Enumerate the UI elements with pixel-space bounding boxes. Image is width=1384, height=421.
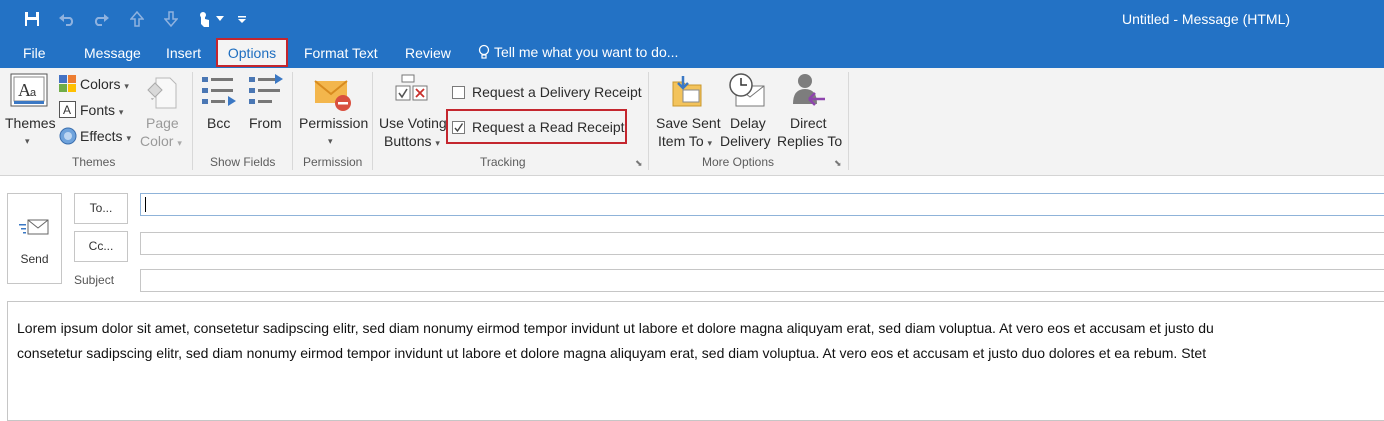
tab-options[interactable]: Options — [216, 38, 288, 67]
permission-icon — [314, 76, 352, 117]
fonts-icon: A — [59, 101, 77, 123]
qat-dropdown-icon[interactable] — [213, 8, 227, 30]
delay-line1: Delay — [730, 115, 766, 131]
direct-line1: Direct — [790, 115, 827, 131]
group-separator — [372, 72, 373, 170]
bcc-icon — [200, 74, 236, 113]
tab-message[interactable]: Message — [84, 45, 141, 61]
colors-icon — [59, 75, 77, 97]
window-title: Untitled - Message (HTML) — [1122, 11, 1291, 27]
direct-replies-button[interactable]: Replies To — [777, 133, 842, 149]
more-options-dialog-launcher-icon[interactable]: ⬊ — [834, 158, 842, 169]
themes-button[interactable]: Aa — [10, 73, 48, 112]
permission-button[interactable]: Permission — [299, 115, 368, 131]
group-separator — [292, 72, 293, 170]
chevron-down-icon: ▾ — [177, 138, 182, 148]
to-button[interactable]: To... — [74, 193, 128, 224]
up-arrow-icon[interactable] — [126, 8, 148, 30]
delivery-receipt-checkbox[interactable] — [452, 86, 465, 99]
cc-field[interactable] — [140, 232, 1384, 255]
down-arrow-icon[interactable] — [160, 8, 182, 30]
themes-icon: Aa — [10, 73, 48, 107]
svg-text:A: A — [63, 103, 71, 117]
themes-label: Themes — [5, 115, 56, 131]
chevron-down-icon: ▾ — [124, 81, 129, 91]
read-receipt-label[interactable]: Request a Read Receipt — [472, 119, 625, 135]
group-separator — [648, 72, 649, 170]
effects-label: Effects — [80, 128, 123, 144]
voting-line2: Buttons — [384, 133, 432, 149]
body-line: consetetur sadipscing elitr, sed diam no… — [17, 345, 1207, 361]
to-field[interactable] — [140, 193, 1384, 216]
message-body[interactable] — [7, 301, 1384, 421]
tab-file[interactable]: File — [23, 45, 46, 61]
bcc-button[interactable]: Bcc — [207, 115, 230, 131]
subject-label: Subject — [74, 273, 115, 287]
tracking-group-label: Tracking — [480, 155, 526, 169]
tell-me-text: Tell me what you want to do... — [494, 44, 679, 60]
fonts-label: Fonts — [80, 102, 116, 118]
touch-mode-icon[interactable] — [193, 8, 215, 30]
colors-button[interactable]: Colors ▾ — [80, 76, 129, 92]
read-receipt-checkbox[interactable] — [452, 121, 465, 134]
permission-dropdown-icon[interactable]: ▾ — [328, 136, 333, 147]
voting-buttons-button[interactable]: Buttons ▾ — [384, 133, 440, 149]
from-button[interactable]: From — [249, 115, 282, 131]
themes-dropdown-icon: ▾ — [25, 136, 30, 146]
body-line: Lorem ipsum dolor sit amet, consetetur s… — [17, 320, 1214, 336]
ribbon-tab-row: File Message Insert Options Format Text … — [0, 38, 1384, 68]
voting-line1: Use Voting — [379, 115, 447, 131]
tell-me-box[interactable]: Tell me what you want to do... — [478, 44, 678, 60]
save-sent-line2: Item To — [658, 133, 704, 149]
effects-icon — [59, 127, 77, 150]
text-caret — [145, 197, 146, 212]
save-sent-line1: Save Sent — [656, 115, 721, 131]
page-color-line1: Page — [146, 115, 179, 131]
title-bar: Untitled - Message (HTML) — [0, 0, 1384, 38]
send-button[interactable]: Send — [7, 193, 62, 284]
send-label: Send — [20, 252, 49, 266]
tab-options-label: Options — [227, 45, 277, 61]
from-icon — [247, 74, 283, 113]
chevron-down-icon: ▾ — [707, 138, 713, 148]
save-icon[interactable] — [21, 8, 43, 30]
group-separator — [192, 72, 193, 170]
customize-qat-icon[interactable] — [235, 8, 249, 30]
group-separator — [848, 72, 849, 170]
chevron-down-icon: ▾ — [435, 138, 440, 148]
fonts-button[interactable]: Fonts ▾ — [80, 102, 123, 118]
chevron-down-icon: ▾ — [118, 107, 124, 117]
cc-button[interactable]: Cc... — [74, 231, 128, 262]
themes-group-label: Themes — [72, 155, 116, 169]
show-fields-group-label: Show Fields — [210, 155, 276, 169]
tab-insert[interactable]: Insert — [166, 45, 201, 61]
save-sent-item-icon — [669, 74, 705, 113]
redo-icon[interactable] — [90, 8, 112, 30]
delay-delivery-icon — [728, 72, 766, 113]
delivery-receipt-label[interactable]: Request a Delivery Receipt — [472, 84, 642, 100]
tab-format-text[interactable]: Format Text — [304, 45, 378, 61]
ribbon: Aa Themes ▾ Colors ▾ A Fonts ▾ Effects ▾… — [0, 68, 1384, 176]
direct-replies-icon — [791, 72, 827, 113]
svg-text:a: a — [30, 87, 37, 99]
page-color-button[interactable]: Color ▾ — [140, 133, 182, 149]
colors-label: Colors — [80, 76, 121, 92]
tracking-dialog-launcher-icon[interactable]: ⬊ — [635, 158, 643, 169]
effects-button[interactable]: Effects ▾ — [80, 128, 131, 144]
voting-buttons-icon — [394, 74, 430, 113]
tab-review[interactable]: Review — [405, 45, 451, 61]
checkmark-icon — [454, 123, 464, 133]
page-color-icon — [146, 76, 178, 115]
send-icon — [19, 219, 49, 235]
undo-icon[interactable] — [56, 8, 78, 30]
save-sent-item-button[interactable]: Item To ▾ — [658, 133, 712, 149]
subject-field[interactable] — [140, 269, 1384, 292]
more-options-group-label: More Options — [702, 155, 775, 169]
page-color-line2: Color — [140, 133, 174, 149]
permission-group-label: Permission — [303, 155, 363, 169]
lightbulb-icon — [478, 44, 490, 59]
delay-delivery-button[interactable]: Delivery — [720, 133, 771, 149]
chevron-down-icon: ▾ — [126, 133, 131, 143]
